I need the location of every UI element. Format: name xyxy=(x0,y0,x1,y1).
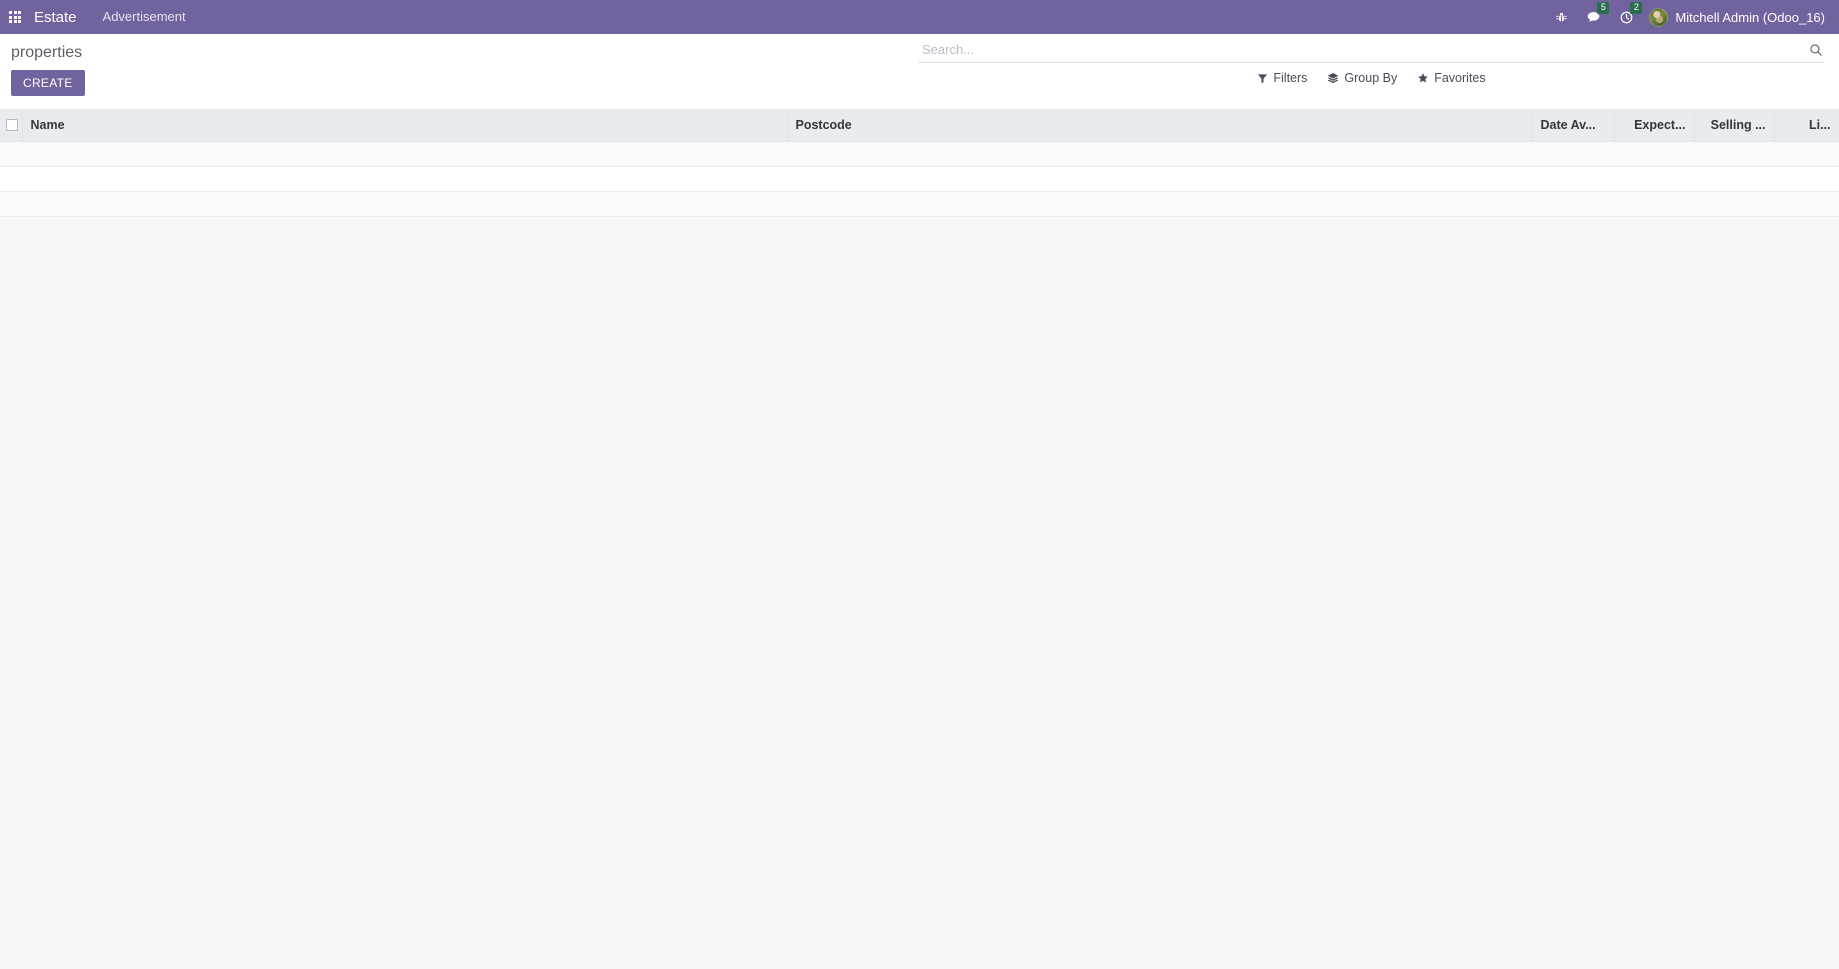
messages-icon-button[interactable]: 5 xyxy=(1577,0,1610,34)
cell-selling-price xyxy=(1694,166,1774,192)
search-icon xyxy=(1810,43,1822,56)
select-all-checkbox[interactable] xyxy=(6,119,18,132)
column-header-postcode[interactable]: Postcode xyxy=(787,110,1533,142)
user-avatar xyxy=(1649,7,1669,27)
activities-badge: 2 xyxy=(1630,2,1643,14)
cell-name xyxy=(22,191,787,217)
cell-expected-price xyxy=(1614,191,1694,217)
row-checkbox-cell[interactable] xyxy=(0,191,22,217)
properties-table: Name Postcode Date Av... Expect... Selli… xyxy=(0,110,1839,217)
messages-badge: 5 xyxy=(1597,2,1610,14)
cell-living-area xyxy=(1774,141,1839,167)
control-panel-right: Filters Group By F xyxy=(918,34,1825,94)
star-icon xyxy=(1418,73,1429,83)
layers-icon xyxy=(1328,72,1339,84)
activities-icon-button[interactable]: 2 xyxy=(1610,0,1643,34)
column-header-expected-price[interactable]: Expect... xyxy=(1614,110,1695,142)
table-header-row: Name Postcode Date Av... Expect... Selli… xyxy=(0,110,1839,142)
table-row[interactable] xyxy=(0,141,1839,167)
user-menu[interactable]: Mitchell Admin (Odoo_16) xyxy=(1643,0,1831,34)
filters-button[interactable]: Filters xyxy=(1257,71,1307,85)
cell-selling-price xyxy=(1694,191,1774,217)
bug-icon xyxy=(1556,12,1568,22)
column-header-name[interactable]: Name xyxy=(22,110,788,142)
user-name-label: Mitchell Admin (Odoo_16) xyxy=(1675,9,1825,25)
brand-estate[interactable]: Estate xyxy=(30,9,91,26)
cell-living-area xyxy=(1774,191,1839,217)
nav-menu-advertisement[interactable]: Advertisement xyxy=(91,0,198,34)
table-row[interactable] xyxy=(0,166,1839,192)
select-all-cell xyxy=(0,110,23,142)
list-view: Name Postcode Date Av... Expect... Selli… xyxy=(0,110,1839,217)
search-bar xyxy=(918,40,1825,63)
cell-postcode xyxy=(787,191,1532,217)
row-checkbox-cell[interactable] xyxy=(0,166,22,192)
filter-funnel-icon xyxy=(1258,73,1268,83)
cell-postcode xyxy=(787,141,1532,167)
search-submit-button[interactable] xyxy=(1803,43,1825,57)
cell-date-availability xyxy=(1532,191,1614,217)
column-header-selling-price[interactable]: Selling ... xyxy=(1694,110,1775,142)
top-navbar: Estate Advertisement 5 2 Mitchell Admin … xyxy=(0,0,1839,34)
breadcrumb: properties xyxy=(11,44,83,61)
cell-postcode xyxy=(787,166,1532,192)
cell-living-area xyxy=(1774,166,1839,192)
cell-name xyxy=(22,141,787,167)
search-input[interactable] xyxy=(918,42,1803,57)
cell-expected-price xyxy=(1614,141,1694,167)
cell-expected-price xyxy=(1614,166,1694,192)
table-body xyxy=(0,141,1839,217)
column-header-date-availability[interactable]: Date Av... xyxy=(1532,110,1615,142)
column-header-living-area[interactable]: Li... xyxy=(1774,110,1839,142)
favorites-label: Favorites xyxy=(1434,71,1486,85)
create-button[interactable]: CREATE xyxy=(11,70,85,96)
page-background xyxy=(0,216,1839,969)
group-by-button[interactable]: Group By xyxy=(1327,71,1397,85)
control-panel-row: properties CREATE Search... Filters Grou… xyxy=(0,34,1839,109)
table-row[interactable] xyxy=(0,191,1839,217)
cell-date-availability xyxy=(1532,141,1614,167)
table-head: Name Postcode Date Av... Expect... Selli… xyxy=(0,110,1839,142)
search-tools: Filters Group By Favorites xyxy=(918,63,1825,94)
bug-icon-button[interactable] xyxy=(1546,0,1577,34)
row-checkbox-cell[interactable] xyxy=(0,141,22,167)
cell-date-availability xyxy=(1532,166,1614,192)
group-by-label: Group By xyxy=(1344,71,1398,85)
apps-menu-toggle[interactable] xyxy=(0,0,30,34)
app-shell: Estate Advertisement 5 2 Mitchell Admin … xyxy=(0,0,1839,969)
favorites-button[interactable]: Favorites xyxy=(1417,71,1486,85)
filters-label: Filters xyxy=(1273,71,1308,85)
cell-name xyxy=(22,166,787,192)
apps-grid-icon xyxy=(9,11,21,23)
control-panel-left: properties CREATE xyxy=(11,34,918,109)
control-panel: properties CREATE Search... Filters Grou… xyxy=(0,34,1839,110)
cell-selling-price xyxy=(1694,141,1774,167)
